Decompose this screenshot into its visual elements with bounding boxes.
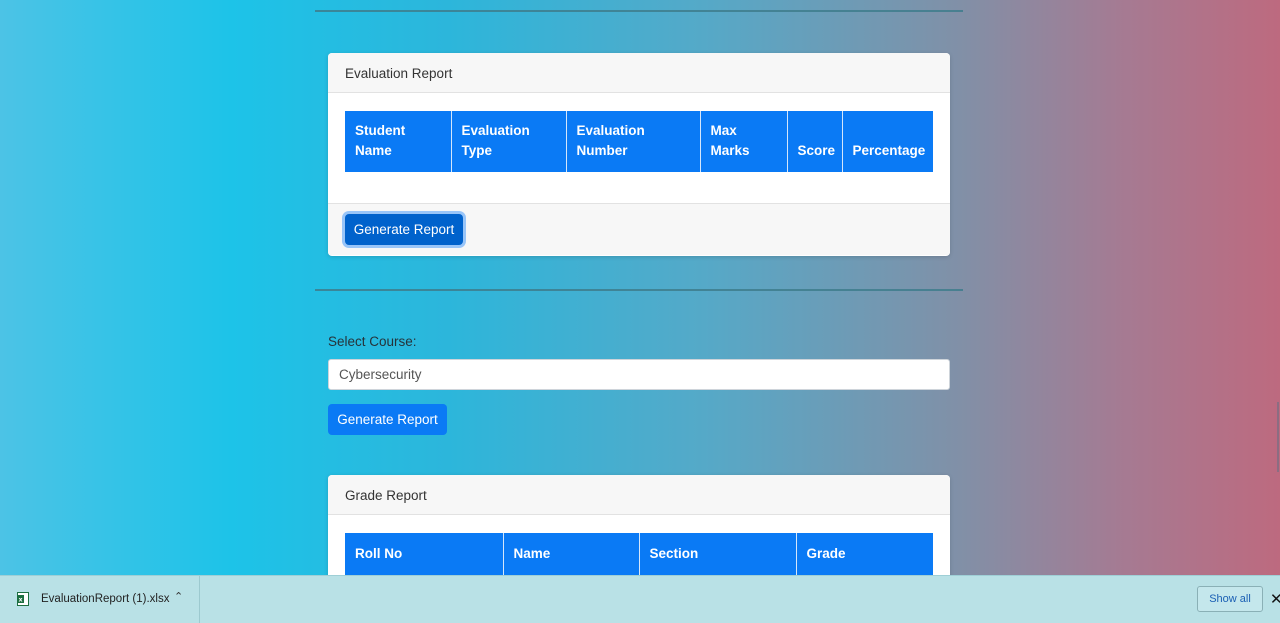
column-header-percentage[interactable]: Percentage [842, 111, 933, 172]
evaluation-report-footer: Generate Report [328, 203, 950, 255]
show-all-button[interactable]: Show all [1197, 586, 1263, 612]
close-icon[interactable]: ✕ [1270, 590, 1280, 608]
grade-report-table: Roll No Name Section Grade [345, 533, 933, 575]
svg-text:x: x [19, 597, 23, 604]
column-header-section[interactable]: Section [639, 533, 797, 575]
generate-evaluation-report-button[interactable]: Generate Report [345, 214, 463, 245]
column-header-name[interactable]: Name [503, 533, 640, 575]
generate-grade-report-button[interactable]: Generate Report [328, 404, 447, 435]
top-divider [315, 10, 963, 12]
download-item[interactable]: x EvaluationReport (1).xlsx ⌃ [0, 576, 200, 623]
column-header-student-name[interactable]: Student Name [345, 111, 452, 172]
scrollbar-indicator[interactable] [1277, 402, 1279, 472]
evaluation-report-title: Evaluation Report [328, 53, 950, 93]
column-header-grade[interactable]: Grade [796, 533, 933, 575]
select-course-label: Select Course: [328, 334, 417, 349]
grade-report-card: Grade Report Roll No Name Section Grade [328, 475, 950, 585]
download-bar: x EvaluationReport (1).xlsx ⌃ Show all ✕ [0, 575, 1280, 623]
evaluation-report-table: Student Name Evaluation Type Evaluation Num… [345, 111, 933, 172]
evaluation-report-card: Evaluation Report Student Name Evaluation… [328, 53, 950, 256]
excel-file-icon: x [17, 592, 29, 606]
grade-report-title: Grade Report [328, 475, 950, 515]
download-file-name: EvaluationReport (1).xlsx [41, 593, 170, 605]
column-header-evaluation-type[interactable]: Evaluation Type [451, 111, 567, 172]
column-header-roll-no[interactable]: Roll No [345, 533, 504, 575]
column-header-max-marks[interactable]: Max Marks [700, 111, 788, 172]
column-header-evaluation-number[interactable]: Evaluation Number [566, 111, 701, 172]
middle-divider [315, 289, 963, 291]
course-select[interactable]: Cybersecurity [328, 359, 950, 390]
chevron-up-icon[interactable]: ⌃ [174, 590, 183, 603]
column-header-score[interactable]: Score [787, 111, 843, 172]
